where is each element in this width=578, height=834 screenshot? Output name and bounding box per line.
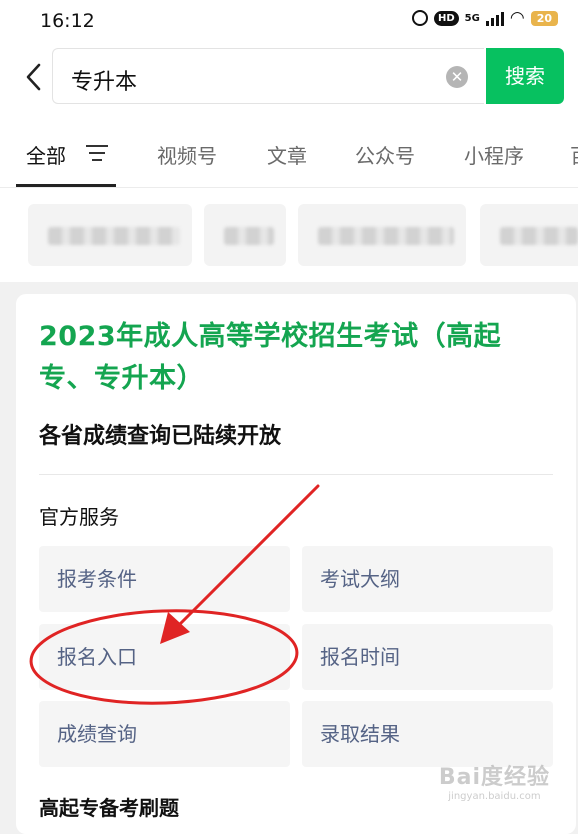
service-button-registration-time[interactable]: 报名时间 [302, 624, 553, 690]
status-bar: 16:12 HD 5G ◠ 20 [0, 0, 578, 40]
search-query: 专升本 [71, 70, 138, 95]
watermark-logo: Bai度经验 [438, 765, 550, 790]
service-button-score-query[interactable]: 成绩查询 [39, 701, 290, 767]
tab-mini-programs[interactable]: 小程序 [464, 140, 524, 169]
tab-official-accounts[interactable]: 公众号 [355, 140, 415, 169]
suggestion-chip[interactable] [28, 204, 192, 266]
status-icons: HD 5G ◠ 20 [412, 8, 558, 28]
blurred-text [318, 227, 454, 245]
chevron-left-icon [26, 63, 41, 91]
search-header: 专升本 ✕ 搜索 [0, 40, 578, 112]
suggestion-chips [0, 188, 578, 282]
watermark: Bai度经验 jingyan.baidu.com [439, 759, 550, 802]
suggestion-chip[interactable] [480, 204, 578, 266]
battery-level: 20 [530, 10, 558, 26]
clear-icon[interactable]: ✕ [446, 66, 468, 88]
filter-icon[interactable] [86, 145, 108, 161]
card-title[interactable]: 2023年成人高等学校招生考试（高起专、专升本） [39, 316, 539, 400]
section-title: 高起专备考刷题 [39, 796, 179, 820]
wifi-icon: ◠ [509, 8, 525, 28]
hd-icon: HD [434, 10, 459, 26]
search-input[interactable]: 专升本 ✕ [52, 48, 484, 104]
suggestion-chip[interactable] [204, 204, 286, 266]
service-button-syllabus[interactable]: 考试大纲 [302, 546, 553, 612]
service-button-admission-result[interactable]: 录取结果 [302, 701, 553, 767]
signal-icon [485, 10, 504, 26]
blurred-text [500, 227, 578, 245]
search-button[interactable]: 搜索 [486, 48, 564, 104]
back-button[interactable] [20, 62, 46, 92]
alarm-icon [412, 10, 428, 26]
result-tabs: 全部 视频号 文章 公众号 小程序 百 [0, 112, 578, 188]
card-subtitle: 各省成绩查询已陆续开放 [39, 424, 282, 449]
blurred-text [48, 227, 180, 245]
tab-more[interactable]: 百 [570, 140, 578, 169]
service-button-requirements[interactable]: 报考条件 [39, 546, 290, 612]
tab-channels[interactable]: 视频号 [157, 140, 217, 169]
result-card: 2023年成人高等学校招生考试（高起专、专升本） 各省成绩查询已陆续开放 官方服… [16, 294, 576, 834]
watermark-url: jingyan.baidu.com [448, 791, 541, 802]
tab-all[interactable]: 全部 [26, 140, 66, 169]
section-title: 官方服务 [39, 505, 119, 529]
service-button-registration[interactable]: 报名入口 [39, 624, 290, 690]
divider [39, 474, 553, 475]
tab-articles[interactable]: 文章 [267, 140, 307, 169]
suggestion-chip[interactable] [298, 204, 466, 266]
status-time: 16:12 [40, 10, 95, 32]
blurred-text [224, 227, 274, 245]
network-type: 5G [464, 12, 480, 24]
